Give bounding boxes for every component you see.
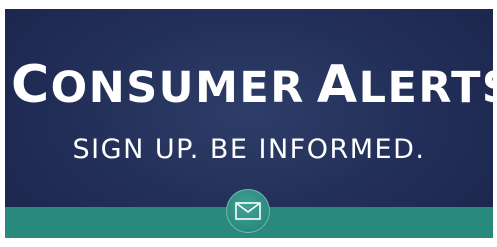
banner-tagline: SIGN UP. BE INFORMED. xyxy=(72,134,426,165)
title-rest-alerts: LERTS xyxy=(358,63,493,113)
title-initial-c: C xyxy=(11,55,51,115)
title-word-consumer: CONSUMER xyxy=(11,59,305,113)
title-rest-consumer: ONSUMER xyxy=(50,63,305,113)
consumer-alerts-banner[interactable]: CONSUMERALERTS SIGN UP. BE INFORMED. xyxy=(5,9,493,238)
title-initial-a: A xyxy=(316,55,359,115)
title-word-alerts: ALERTS xyxy=(317,59,493,113)
email-signup-button[interactable] xyxy=(226,189,270,233)
banner-title: CONSUMERALERTS xyxy=(5,59,493,113)
envelope-icon xyxy=(235,202,261,220)
